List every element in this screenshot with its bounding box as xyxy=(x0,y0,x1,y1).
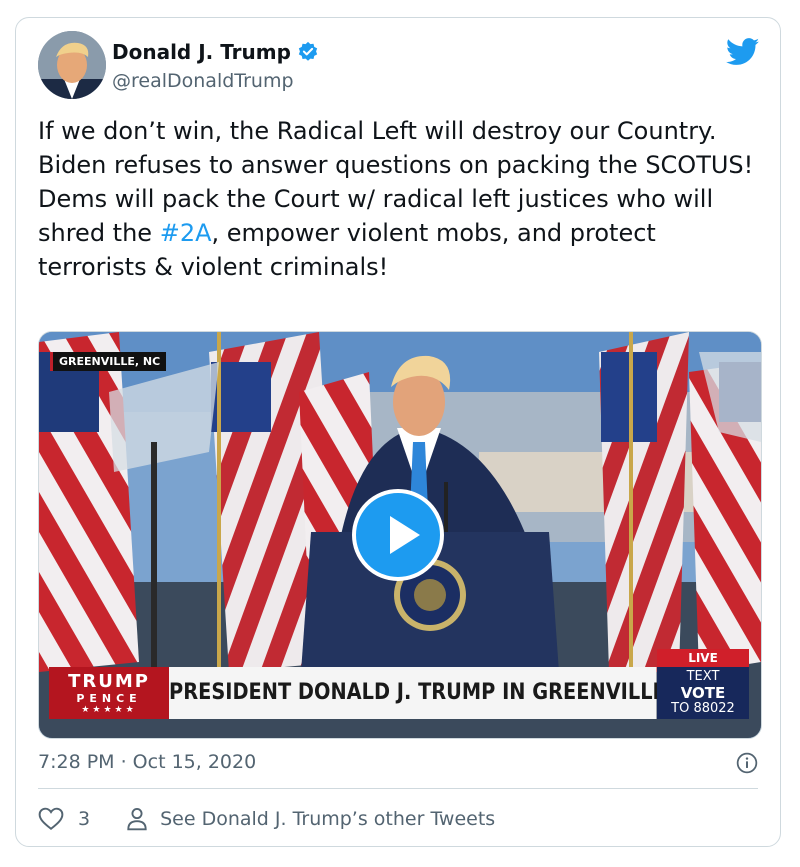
like-count: 3 xyxy=(78,808,91,830)
verified-badge-icon xyxy=(298,41,318,61)
brand-line1: TRUMP xyxy=(68,671,150,692)
video-player[interactable]: GREENVILLE, NC TRUMP PENCE ★★★★★ PRESIDE… xyxy=(38,331,762,739)
text-line2: VOTE xyxy=(680,684,726,702)
text-line1: TEXT xyxy=(686,669,720,684)
campaign-logo: TRUMP PENCE ★★★★★ xyxy=(49,667,169,719)
brand-line2: PENCE xyxy=(76,692,142,705)
hashtag-link[interactable]: #2A xyxy=(160,219,212,247)
tweet-text: If we don’t win, the Radical Left will d… xyxy=(38,114,758,284)
heart-icon[interactable] xyxy=(38,807,64,831)
person-icon[interactable] xyxy=(126,807,148,831)
video-headline: PRESIDENT DONALD J. TRUMP IN GREENVILLE,… xyxy=(169,667,710,719)
tweet-card: Donald J. Trump @realDonaldTrump If we d… xyxy=(15,17,781,847)
play-icon[interactable] xyxy=(352,489,444,581)
location-tag: GREENVILLE, NC xyxy=(50,352,167,371)
avatar[interactable] xyxy=(38,31,106,99)
brand-stars: ★★★★★ xyxy=(81,705,137,715)
twitter-bird-icon[interactable] xyxy=(726,38,760,66)
lower-third-banner: TRUMP PENCE ★★★★★ PRESIDENT DONALD J. TR… xyxy=(49,649,749,719)
author-name-row[interactable]: Donald J. Trump xyxy=(112,40,319,64)
info-icon[interactable] xyxy=(736,752,758,774)
see-other-tweets-link[interactable]: See Donald J. Trump’s other Tweets xyxy=(160,808,495,830)
author-name[interactable]: Donald J. Trump xyxy=(112,40,291,64)
tweet-timestamp[interactable]: 7:28 PM · Oct 15, 2020 xyxy=(38,751,256,773)
live-badge: LIVE xyxy=(657,649,749,667)
divider xyxy=(38,788,758,789)
author-handle[interactable]: @realDonaldTrump xyxy=(112,70,294,92)
tweet-footer: 3 See Donald J. Trump’s other Tweets xyxy=(38,807,495,831)
text-vote-box: TEXT VOTE TO 88022 xyxy=(657,667,749,719)
text-line3: TO 88022 xyxy=(671,701,735,716)
avatar-image xyxy=(38,31,106,99)
